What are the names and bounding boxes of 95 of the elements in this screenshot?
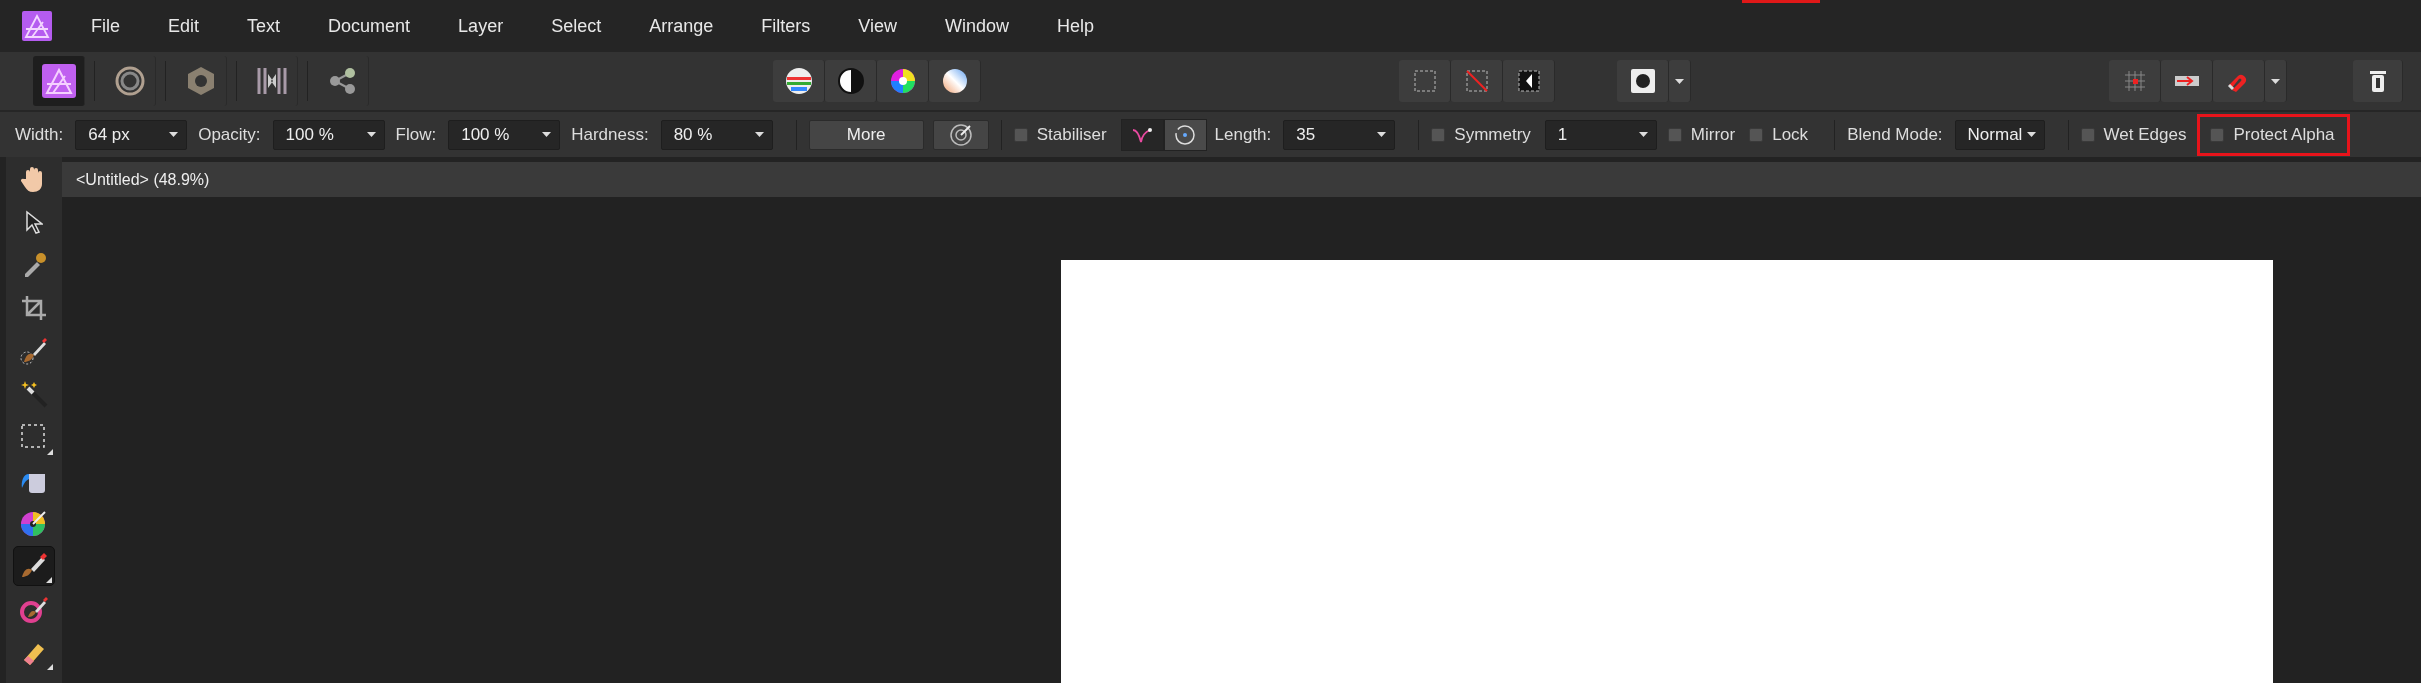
- crop-icon: [21, 295, 47, 321]
- share-icon: [327, 66, 358, 96]
- grid-icon: [2122, 69, 2147, 93]
- menu-item[interactable]: Help: [1056, 15, 1094, 37]
- bars-icon: [255, 66, 288, 96]
- field-label: Width:: [15, 124, 64, 145]
- caret-icon: [542, 132, 552, 137]
- rope-mode-button[interactable]: [1120, 118, 1164, 151]
- checkbox[interactable]: [2080, 127, 2095, 142]
- trash-icon: [2369, 69, 2386, 93]
- document-title: <Untitled> (48.9%): [76, 170, 210, 189]
- field-label: Length:: [1214, 124, 1272, 145]
- trash-button[interactable]: [2353, 60, 2403, 102]
- caret-icon: [2271, 78, 2280, 84]
- invert-selection-icon: [1517, 70, 1540, 92]
- checkbox[interactable]: [1013, 127, 1028, 142]
- color-bars-button[interactable]: [773, 60, 825, 102]
- more-button[interactable]: More: [808, 119, 924, 150]
- circle-icon: [1174, 123, 1197, 146]
- menu-item[interactable]: Text: [247, 15, 281, 37]
- caret-icon: [2026, 132, 2036, 137]
- target-icon: [948, 122, 973, 147]
- crossed-square-icon: [1465, 70, 1488, 92]
- menu-item[interactable]: Document: [328, 15, 411, 37]
- marquee-button[interactable]: [1399, 60, 1451, 102]
- field-label: Blend Mode:: [1847, 124, 1943, 145]
- color-wheel-icon: [888, 67, 917, 95]
- caret-icon: [169, 132, 179, 137]
- target-button[interactable]: [932, 119, 989, 150]
- menu-item[interactable]: Filters: [761, 15, 811, 37]
- checkbox[interactable]: [1431, 127, 1446, 142]
- menu-item[interactable]: File: [91, 15, 120, 37]
- mask-button[interactable]: [1617, 60, 1669, 102]
- checkbox[interactable]: [2210, 127, 2225, 142]
- marquee-icon: [20, 423, 48, 451]
- corner-triangle-icon: [47, 664, 53, 670]
- snap-button[interactable]: [2161, 60, 2213, 102]
- caret-icon: [754, 132, 764, 137]
- dropdown-field[interactable]: Normal: [1954, 119, 2045, 150]
- hexagon-icon: [185, 65, 216, 97]
- dropdown-field[interactable]: 100 %: [272, 119, 385, 150]
- window-mode-button[interactable]: [1163, 118, 1207, 151]
- menu-item[interactable]: View: [858, 15, 897, 37]
- deselect-button[interactable]: [1451, 60, 1503, 102]
- dropdown-field[interactable]: 80 %: [660, 119, 773, 150]
- color-wheel-button[interactable]: [877, 60, 929, 102]
- caret-icon: [1675, 78, 1684, 84]
- checkbox[interactable]: [1667, 127, 1682, 142]
- dashed-square-icon: [1413, 70, 1436, 92]
- document-tab[interactable]: <Untitled> (48.9%): [62, 162, 2421, 197]
- field-label: Hardness:: [571, 124, 649, 145]
- dropdown-field[interactable]: 64 px: [75, 119, 188, 150]
- dropdown-field[interactable]: 1: [1544, 119, 1657, 150]
- invert-selection-button[interactable]: [1503, 60, 1555, 102]
- mask-icon: [1630, 69, 1655, 93]
- menu-item[interactable]: Select: [551, 15, 602, 37]
- caret-icon: [1638, 132, 1648, 137]
- checkbox[interactable]: [1749, 127, 1764, 142]
- dropdown-button[interactable]: [1669, 60, 1691, 102]
- checkbox-label: Stabiliser: [1036, 124, 1107, 145]
- triangle-logo-icon: [41, 64, 76, 98]
- gradient-button[interactable]: [929, 60, 981, 102]
- gradient-circle-icon: [940, 67, 969, 95]
- dropdown-field[interactable]: 35: [1283, 119, 1396, 150]
- corner-triangle-icon: [47, 449, 53, 455]
- ring-icon: [113, 65, 146, 97]
- paintbrush-icon: [20, 552, 48, 580]
- dropdown-button[interactable]: [2265, 60, 2287, 102]
- paintbrush-tool[interactable]: [13, 546, 55, 586]
- curve-icon: [1131, 125, 1154, 144]
- menu-item[interactable]: Edit: [168, 15, 200, 37]
- menu-item[interactable]: Layer: [458, 15, 504, 37]
- pointer-icon: [25, 210, 43, 234]
- caret-icon: [366, 132, 376, 137]
- corner-triangle-icon: [46, 577, 52, 583]
- checkbox-label: Mirror: [1690, 124, 1736, 145]
- checkbox-label: Lock: [1772, 124, 1809, 145]
- checkbox-label: Wet Edges: [2103, 124, 2187, 145]
- field-label: Opacity:: [198, 124, 261, 145]
- menu-item[interactable]: Arrange: [649, 15, 714, 37]
- menu-item[interactable]: Window: [944, 15, 1009, 37]
- caret-icon: [1377, 132, 1387, 137]
- contrast-button[interactable]: [825, 60, 877, 102]
- magic-wand-icon: [20, 380, 48, 408]
- color-wheel-icon: [20, 509, 48, 537]
- checkbox-label: Symmetry: [1454, 124, 1531, 145]
- contrast-icon: [836, 67, 865, 95]
- pixel-brush-icon: [20, 595, 48, 623]
- checkbox-label: Protect Alpha: [2233, 124, 2335, 145]
- persona-button[interactable]: [33, 56, 85, 106]
- color-bars-icon: [784, 67, 813, 95]
- brush-icon: [20, 337, 48, 365]
- field-label: Flow:: [395, 124, 437, 145]
- dropdown-field[interactable]: 100 %: [448, 119, 561, 150]
- app-logo-icon: [22, 11, 52, 41]
